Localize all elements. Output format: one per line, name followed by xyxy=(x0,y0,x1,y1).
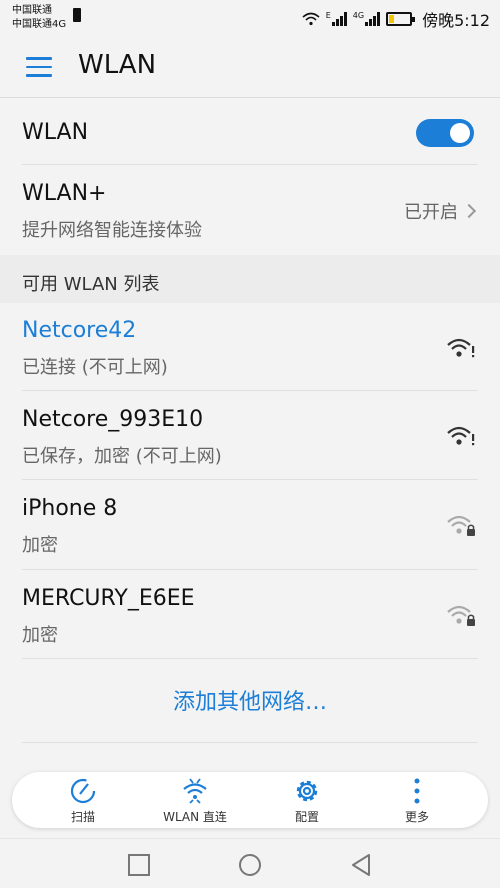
home-circle-icon[interactable] xyxy=(237,852,263,878)
divider xyxy=(22,658,478,659)
network-name: Netcore42 xyxy=(22,318,137,343)
scan-button[interactable]: 扫描 xyxy=(38,776,128,825)
section-title: 可用 WLAN 列表 xyxy=(22,274,160,295)
network-item[interactable]: iPhone 8 加密 xyxy=(0,480,500,569)
toggle-knob xyxy=(450,123,470,143)
chevron-right-icon xyxy=(461,203,477,219)
status-icons: E 4G 傍晚5:12 xyxy=(302,7,490,31)
section-header: 可用 WLAN 列表 xyxy=(0,255,500,303)
clock: 傍晚5:12 xyxy=(422,11,490,30)
signal-1: E xyxy=(325,11,347,26)
recents-square-icon[interactable] xyxy=(126,852,152,878)
battery-icon xyxy=(386,12,416,26)
carrier-2: 中国联通4G xyxy=(12,19,67,30)
signal-2: 4G xyxy=(352,11,381,26)
menu-icon[interactable] xyxy=(26,57,52,77)
page-title: WLAN xyxy=(78,50,157,80)
wlan-toggle-label: WLAN xyxy=(22,120,89,145)
configure-button[interactable]: 配置 xyxy=(262,776,352,825)
wifi-lock-icon xyxy=(447,515,475,536)
more-label: 更多 xyxy=(404,810,429,824)
configure-label: 配置 xyxy=(294,810,319,824)
wifi-warning-icon xyxy=(447,338,475,358)
network-item[interactable]: Netcore_993E10 已保存，加密 (不可上网) xyxy=(0,391,500,479)
signal-bars-2-icon xyxy=(365,12,381,26)
back-triangle-icon[interactable] xyxy=(348,852,374,878)
system-nav-bar xyxy=(0,838,500,888)
signal-bars-1-icon xyxy=(331,12,347,26)
network-name: Netcore_993E10 xyxy=(22,407,204,432)
wlan-plus-status-text: 已开启 xyxy=(404,202,458,223)
wifi-lock-icon xyxy=(447,605,475,626)
more-button[interactable]: 更多 xyxy=(372,776,462,825)
status-bar: 中国联通 中国联通4G E 4G 傍晚5:12 xyxy=(0,0,500,36)
scan-icon xyxy=(70,778,96,804)
wlan-plus-description: 提升网络智能连接体验 xyxy=(22,220,202,241)
signal-2-label: 4G xyxy=(352,11,365,20)
gear-icon xyxy=(296,780,318,802)
add-network-button[interactable]: 添加其他网络… xyxy=(0,684,500,716)
network-item[interactable]: Netcore42 已连接 (不可上网) xyxy=(0,303,500,390)
more-vertical-icon xyxy=(414,778,420,804)
carrier-1: 中国联通 xyxy=(12,5,52,16)
network-item[interactable]: MERCURY_E6EE 加密 xyxy=(0,570,500,658)
scan-label: 扫描 xyxy=(70,810,95,824)
wifi-direct-label: WLAN 直连 xyxy=(163,810,227,824)
wifi-warning-icon xyxy=(447,426,475,446)
divider xyxy=(22,742,478,743)
carrier-info: 中国联通 中国联通4G xyxy=(12,4,66,32)
network-status: 加密 xyxy=(22,535,58,556)
app-header: WLAN xyxy=(0,36,500,98)
network-status: 已保存，加密 (不可上网) xyxy=(22,446,222,467)
network-status: 已连接 (不可上网) xyxy=(22,357,168,378)
network-name: MERCURY_E6EE xyxy=(22,586,195,611)
wlan-plus-label: WLAN+ xyxy=(22,181,107,206)
wifi-direct-button[interactable]: WLAN 直连 xyxy=(150,776,240,825)
wlan-toggle-switch[interactable] xyxy=(416,119,474,147)
network-status: 加密 xyxy=(22,625,58,646)
network-name: iPhone 8 xyxy=(22,496,118,521)
wifi-direct-icon xyxy=(183,778,207,804)
action-bar: 扫描 WLAN 直连 配置 更多 xyxy=(12,772,488,828)
wlan-plus-status: 已开启 xyxy=(404,198,477,224)
sim-card-icon xyxy=(73,8,81,22)
wifi-status-icon xyxy=(302,12,320,26)
signal-1-label: E xyxy=(325,11,331,20)
